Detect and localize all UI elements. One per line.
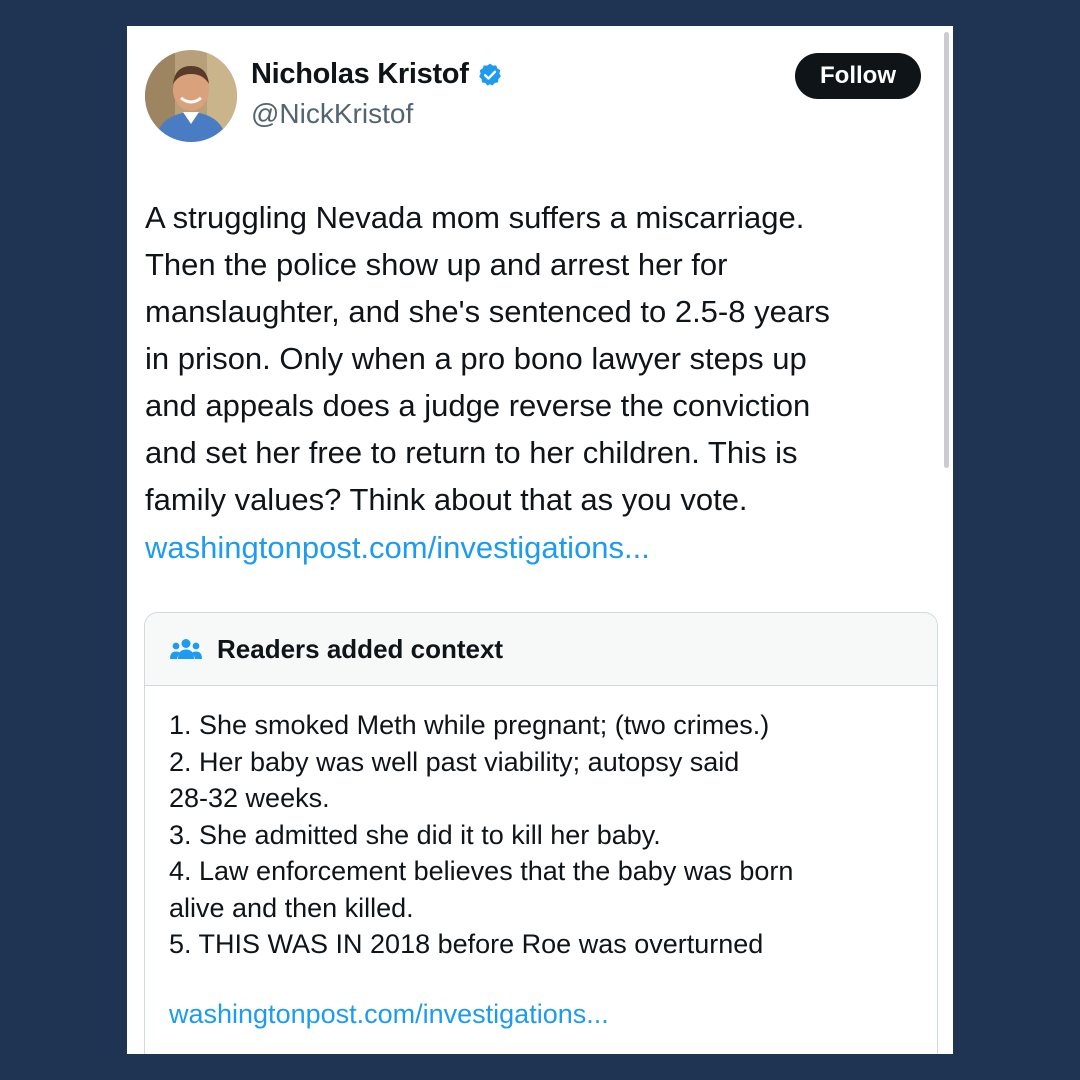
community-note-line: 5. THIS WAS IN 2018 before Roe was overt… <box>169 929 764 959</box>
tweet-text-line: Then the police show up and arrest her f… <box>145 247 728 282</box>
community-note-line: 28-32 weeks. <box>169 783 330 813</box>
tweet-text-line: A struggling Nevada mom suffers a miscar… <box>145 200 805 235</box>
tweet-text-line: and set her free to return to her childr… <box>145 435 798 470</box>
tweet-link[interactable]: washingtonpost.com/investigations... <box>145 524 650 571</box>
author-name-row[interactable]: Nicholas Kristof <box>251 58 503 91</box>
tweet-card: Nicholas Kristof @NickKristof Follow A s… <box>127 26 953 1054</box>
verified-badge-icon <box>477 62 503 88</box>
author-handle[interactable]: @NickKristof <box>251 98 413 130</box>
community-note-line: 2. Her baby was well past viability; aut… <box>169 746 740 777</box>
tweet-text-line: and appeals does a judge reverse the con… <box>145 388 811 423</box>
community-note-body: 1. She smoked Meth while pregnant; (two … <box>169 707 919 963</box>
community-note-line: 4. Law enforcement believes that the bab… <box>169 856 794 886</box>
community-note-title: Readers added context <box>217 633 504 664</box>
community-note-header[interactable]: Readers added context <box>145 613 937 686</box>
tweet-text-line: family values? Think about that as you v… <box>145 482 748 517</box>
community-note: Readers added context 1. She smoked Meth… <box>144 612 938 1054</box>
tweet-text-line: in prison. Only when a pro bono lawyer s… <box>145 341 807 376</box>
follow-button[interactable]: Follow <box>795 53 921 99</box>
community-note-line: alive and then killed. <box>169 892 414 923</box>
author-name[interactable]: Nicholas Kristof <box>251 58 469 91</box>
community-note-line: 1. She smoked Meth while pregnant; (two … <box>169 710 770 740</box>
tweet-text: A struggling Nevada mom suffers a miscar… <box>145 194 935 523</box>
avatar[interactable] <box>145 50 237 142</box>
people-group-icon <box>170 639 202 659</box>
scrollbar[interactable] <box>944 32 949 468</box>
tweet-text-line: manslaughter, and she's sentenced to 2.5… <box>145 294 830 329</box>
community-note-line: 3. She admitted she did it to kill her b… <box>169 819 661 850</box>
community-note-link[interactable]: washingtonpost.com/investigations... <box>169 996 609 1032</box>
